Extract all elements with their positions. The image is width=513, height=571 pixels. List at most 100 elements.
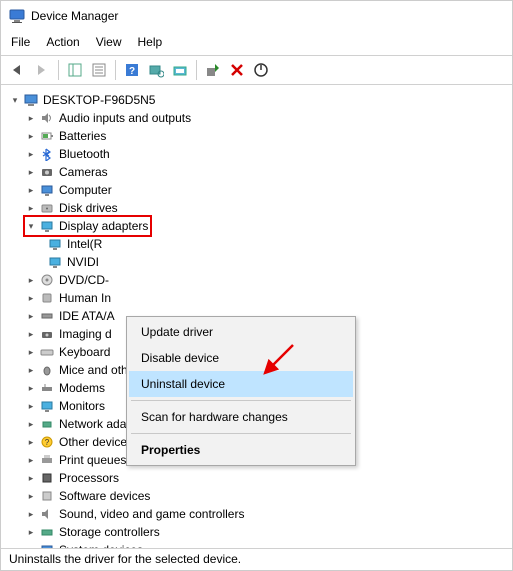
bluetooth-icon [39,146,55,162]
category-label: Bluetooth [59,145,110,163]
chevron-right-icon[interactable]: ▸ [25,361,37,379]
svg-text:?: ? [129,66,135,77]
menu-view[interactable]: View [96,35,122,49]
category-bluetooth[interactable]: ▸ Bluetooth [9,145,508,163]
disc-icon [39,272,55,288]
category-label: Audio inputs and outputs [59,109,191,127]
status-bar: Uninstalls the driver for the selected d… [1,548,512,570]
category-software-devices[interactable]: ▸ Software devices [9,487,508,505]
category-label: Other devices [59,433,133,451]
monitor-icon [47,254,63,270]
menu-disable-device[interactable]: Disable device [129,345,353,371]
chevron-right-icon[interactable]: ▸ [25,451,37,469]
menu-separator [131,400,351,401]
category-label: IDE ATA/A [59,307,115,325]
chevron-right-icon[interactable]: ▸ [25,145,37,163]
category-label: Processors [59,469,119,487]
chevron-right-icon[interactable]: ▸ [25,415,37,433]
monitor-icon [39,398,55,414]
show-hide-console-tree-button[interactable] [64,59,86,81]
menu-scan-hardware[interactable]: Scan for hardware changes [129,404,353,430]
chevron-right-icon[interactable]: ▸ [25,307,37,325]
chevron-right-icon[interactable]: ▸ [25,397,37,415]
category-label: Modems [59,379,105,397]
category-label: Batteries [59,127,106,145]
chevron-right-icon[interactable]: ▸ [25,523,37,541]
uninstall-device-button[interactable] [226,59,248,81]
chevron-right-icon[interactable]: ▸ [25,343,37,361]
help-button[interactable]: ? [121,59,143,81]
camera-icon [39,164,55,180]
category-cameras[interactable]: ▸ Cameras [9,163,508,181]
back-button[interactable] [7,59,29,81]
monitor-icon [47,236,63,252]
toolbar: ? [1,55,512,85]
menu-uninstall-device[interactable]: Uninstall device [129,371,353,397]
category-label: Storage controllers [59,523,160,541]
speaker-icon [39,110,55,126]
category-label: Software devices [59,487,150,505]
scan-hardware-button[interactable] [145,59,167,81]
update-driver-button[interactable] [169,59,191,81]
chevron-right-icon[interactable]: ▸ [25,433,37,451]
menu-update-driver[interactable]: Update driver [129,319,353,345]
window-title: Device Manager [31,9,118,23]
mouse-icon [39,362,55,378]
chevron-right-icon[interactable]: ▸ [25,325,37,343]
category-computer[interactable]: ▸ Computer [9,181,508,199]
enable-device-button[interactable] [202,59,224,81]
category-audio[interactable]: ▸ Audio inputs and outputs [9,109,508,127]
monitor-icon [39,218,55,234]
menu-action[interactable]: Action [46,35,79,49]
software-icon [39,488,55,504]
chevron-right-icon[interactable]: ▸ [25,379,37,397]
status-text: Uninstalls the driver for the selected d… [9,552,241,566]
device-label: NVIDI [67,253,99,271]
chevron-right-icon[interactable]: ▸ [25,163,37,181]
printer-icon [39,452,55,468]
chevron-right-icon[interactable]: ▸ [25,487,37,505]
chevron-right-icon[interactable]: ▸ [25,505,37,523]
menu-properties[interactable]: Properties [129,437,353,463]
ide-icon [39,308,55,324]
category-storage[interactable]: ▸ Storage controllers [9,523,508,541]
category-batteries[interactable]: ▸ Batteries [9,127,508,145]
category-label: Human In [59,289,111,307]
category-display-adapters[interactable]: ▾ Display adapters [9,217,508,235]
context-menu: Update driver Disable device Uninstall d… [126,316,356,466]
storage-icon [39,524,55,540]
category-dvd[interactable]: ▸ DVD/CD- [9,271,508,289]
chevron-right-icon[interactable]: ▸ [25,289,37,307]
menu-separator [131,433,351,434]
category-label: Keyboard [59,343,110,361]
device-intel[interactable]: Intel(R [9,235,508,253]
menu-file[interactable]: File [11,35,30,49]
chevron-right-icon[interactable]: ▸ [25,271,37,289]
root-node[interactable]: ▾ DESKTOP-F96D5N5 [9,91,508,109]
category-processors[interactable]: ▸ Processors [9,469,508,487]
chevron-right-icon[interactable]: ▸ [25,181,37,199]
forward-button[interactable] [31,59,53,81]
chevron-down-icon[interactable]: ▾ [25,217,37,235]
properties-button[interactable] [88,59,110,81]
app-icon [9,8,25,24]
chevron-right-icon[interactable]: ▸ [25,109,37,127]
chevron-down-icon[interactable]: ▾ [9,91,21,109]
category-hid[interactable]: ▸ Human In [9,289,508,307]
computer-icon [39,182,55,198]
chevron-right-icon[interactable]: ▸ [25,469,37,487]
root-label: DESKTOP-F96D5N5 [43,91,155,109]
device-tree[interactable]: ▾ DESKTOP-F96D5N5 ▸ Audio inputs and out… [1,85,512,565]
chevron-right-icon[interactable]: ▸ [25,127,37,145]
cpu-icon [39,470,55,486]
disable-device-button[interactable] [250,59,272,81]
device-nvidia[interactable]: NVIDI [9,253,508,271]
category-sound[interactable]: ▸ Sound, video and game controllers [9,505,508,523]
category-label: Computer [59,181,112,199]
menu-help[interactable]: Help [138,35,163,49]
battery-icon [39,128,55,144]
category-label: Sound, video and game controllers [59,505,244,523]
keyboard-icon [39,344,55,360]
category-label: DVD/CD- [59,271,109,289]
svg-text:?: ? [45,438,50,447]
